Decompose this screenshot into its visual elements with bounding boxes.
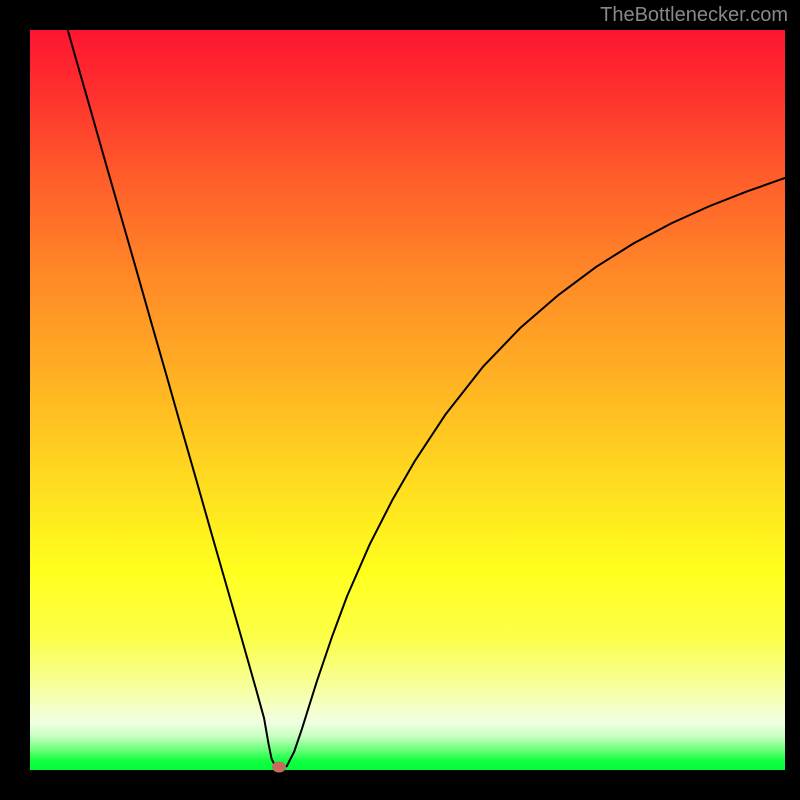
bottleneck-curve-path (68, 30, 785, 768)
minimum-point-marker (272, 762, 286, 773)
chart-plot-area (30, 30, 785, 770)
chart-curve-svg (30, 30, 785, 770)
watermark-text: TheBottlenecker.com (600, 4, 788, 27)
